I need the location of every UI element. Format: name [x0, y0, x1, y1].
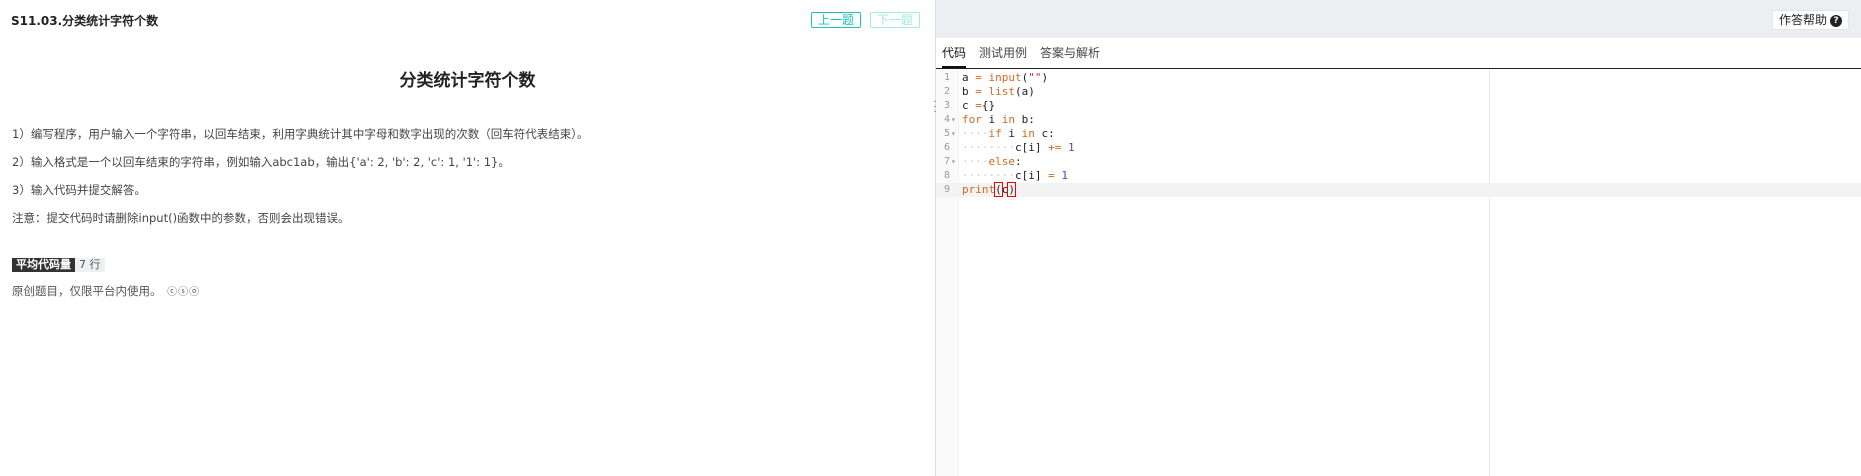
line-number: 8 — [943, 170, 950, 181]
code-line[interactable]: 5 ▾ ····if i in c: — [936, 127, 1861, 141]
code-text: ········c[i] += 1 — [962, 141, 1075, 154]
tab-code[interactable]: 代码 — [942, 44, 966, 61]
line-number: 6 — [943, 142, 950, 153]
code-text: print(c) — [962, 182, 1016, 197]
avg-code-value: 7 行 — [75, 258, 105, 272]
editor-panel: 作答帮助? 代码 测试用例 答案与解析 1 a = input("") 2 b … — [936, 0, 1861, 476]
line-number: 7 — [943, 156, 950, 167]
creative-commons-icon: ⓒⓢⓞ — [167, 287, 201, 298]
fold-arrow-icon[interactable]: ▾ — [951, 155, 956, 169]
active-tab-indicator — [942, 66, 966, 68]
code-line[interactable]: 7 ▾ ····else: — [936, 155, 1861, 169]
line-number: 5 — [943, 128, 950, 139]
code-line[interactable]: 3 c ={} — [936, 99, 1861, 113]
code-text: for i in b: — [962, 113, 1035, 126]
problem-description-1: 1）编写程序，用户输入一个字符串，以回车结束，利用字典统计其中字母和数字出现的次… — [12, 127, 589, 141]
prev-problem-button[interactable]: 上一题 — [811, 12, 862, 28]
problem-description-3: 3）输入代码并提交解答。 — [12, 183, 146, 197]
code-line-current[interactable]: 9 print(c) — [936, 182, 1861, 197]
problem-note: 注意：提交代码时请删除input()函数中的参数，否则会出现错误。 — [12, 211, 350, 225]
problem-breadcrumb: S11.03.分类统计字符个数 — [11, 14, 159, 28]
question-circle-icon: ? — [1830, 15, 1842, 27]
code-line[interactable]: 2 b = list(a) — [936, 85, 1861, 99]
tab-answer-analysis[interactable]: 答案与解析 — [1040, 44, 1100, 61]
line-number: 9 — [943, 184, 950, 195]
avg-code-badge: 平均代码量 7 行 — [12, 258, 105, 272]
code-line[interactable]: 6 ········c[i] += 1 — [936, 141, 1861, 155]
copyright-notice: 原创题目，仅限平台内使用。 ⓒⓢⓞ — [12, 283, 200, 299]
code-line[interactable]: 1 a = input("") — [936, 71, 1861, 85]
next-problem-button[interactable]: 下一题 — [870, 12, 921, 28]
code-text: ····else: — [962, 155, 1022, 168]
code-text: a = input("") — [962, 71, 1049, 84]
tab-test-cases[interactable]: 测试用例 — [979, 44, 1027, 61]
line-number: 4 — [943, 114, 950, 125]
editor-topbar: 作答帮助? — [936, 0, 1861, 38]
line-number: 1 — [943, 72, 950, 83]
help-button[interactable]: 作答帮助? — [1771, 10, 1849, 30]
code-line[interactable]: 4 ▾ for i in b: — [936, 113, 1861, 127]
copyright-text: 原创题目，仅限平台内使用。 — [12, 284, 162, 298]
code-line[interactable]: 8 ········c[i] = 1 — [936, 169, 1861, 183]
line-number: 3 — [943, 100, 950, 111]
code-editor[interactable]: 1 a = input("") 2 b = list(a) 3 c ={} 4 … — [936, 69, 1861, 476]
code-text: ········c[i] = 1 — [962, 169, 1068, 182]
code-text: ····if i in c: — [962, 127, 1055, 140]
code-text: b = list(a) — [962, 85, 1035, 98]
avg-code-label: 平均代码量 — [12, 258, 75, 272]
help-label: 作答帮助 — [1778, 13, 1827, 27]
problem-panel: S11.03.分类统计字符个数 上一题 下一题 分类统计字符个数 1）编写程序，… — [0, 0, 935, 476]
fold-arrow-icon[interactable]: ▾ — [951, 127, 956, 141]
problem-title: 分类统计字符个数 — [399, 71, 536, 91]
problem-description-2: 2）输入格式是一个以回车结束的字符串，例如输入abc1ab，输出{'a': 2,… — [12, 155, 510, 169]
line-number: 2 — [943, 86, 950, 97]
code-text: c ={} — [962, 99, 996, 112]
fold-arrow-icon[interactable]: ▾ — [951, 113, 956, 127]
